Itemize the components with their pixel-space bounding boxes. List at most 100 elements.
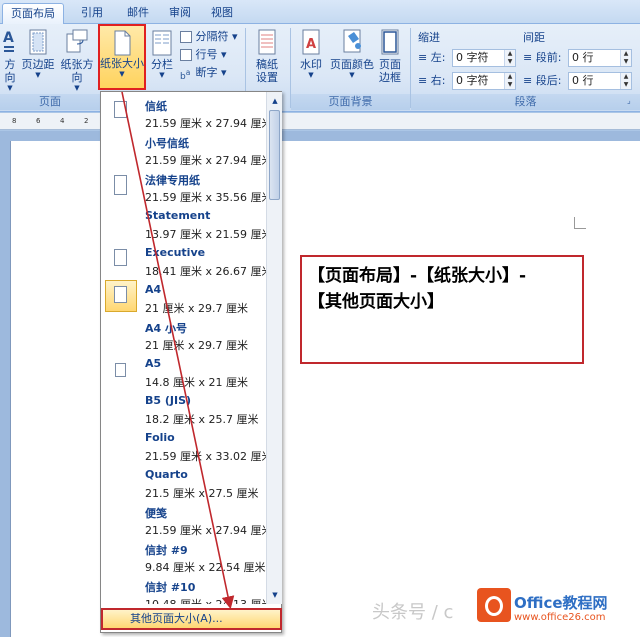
margins-button[interactable]: 页边距 ▼ xyxy=(21,28,55,90)
indent-left-field[interactable]: 0 字符 ▲ ▼ xyxy=(452,49,516,67)
line-numbers-button[interactable]: 行号 ▾ xyxy=(180,46,227,63)
spacing-after-icon: ≡ xyxy=(523,74,533,87)
item-name: Folio xyxy=(145,431,175,444)
item-size: 21.59 厘米 x 27.94 厘米 xyxy=(145,154,266,167)
item-name: A4 小号 xyxy=(145,322,187,335)
item-size: 21.59 厘米 x 35.56 厘米 xyxy=(145,191,266,204)
paper-size-item[interactable]: Statement 13.97 厘米 x 21.59 厘米 xyxy=(101,206,266,243)
item-name: A5 xyxy=(145,357,162,370)
hyphenation-icon: ba xyxy=(180,68,191,82)
ruler-tick: 4 xyxy=(60,117,65,125)
hyphenation-label: 断字 xyxy=(195,66,218,79)
chevron-down-icon: ▼ xyxy=(159,71,165,79)
chevron-down-icon: ▼ xyxy=(35,71,41,79)
paper-size-item[interactable]: 信封 #9 9.84 厘米 x 22.54 厘米 xyxy=(101,539,266,576)
breaks-button[interactable]: 分隔符 ▾ xyxy=(180,28,238,45)
columns-button[interactable]: 分栏 ▼ xyxy=(148,28,176,90)
line-numbers-label: 行号 xyxy=(195,48,218,61)
paper-size-item-selected[interactable]: A4 21 厘米 x 29.7 厘米 xyxy=(101,280,266,317)
paper-size-item[interactable]: 法律专用纸 21.59 厘米 x 35.56 厘米 xyxy=(101,169,266,206)
paper-size-button[interactable]: 纸张大小 ▼ xyxy=(98,24,146,90)
item-size: 21 厘米 x 29.7 厘米 xyxy=(145,302,248,315)
watermark-button[interactable]: A 水印 ▼ xyxy=(294,28,328,90)
more-paper-sizes-button[interactable]: 其他页面大小(A)... xyxy=(101,608,282,630)
columns-label: 分栏 xyxy=(151,58,173,71)
dialog-launcher-icon[interactable]: ⌟ xyxy=(627,96,631,105)
svg-text:A: A xyxy=(3,30,14,46)
scroll-up-icon[interactable]: ▲ xyxy=(267,94,283,108)
scroll-thumb[interactable] xyxy=(269,110,280,200)
item-size: 21.5 厘米 x 27.5 厘米 xyxy=(145,487,259,500)
group-label-paragraph: 段落 xyxy=(411,94,640,110)
paper-size-item[interactable]: Folio 21.59 厘米 x 33.02 厘米 xyxy=(101,428,266,465)
tab-page-layout[interactable]: 页面布局 xyxy=(2,3,64,25)
watermark-text: 头条号 / c xyxy=(372,602,454,623)
tab-review[interactable]: 审阅 xyxy=(160,3,200,24)
paper-size-item[interactable]: 信封 #10 10.48 厘米 x 24.13 厘米 xyxy=(101,576,266,604)
paper-size-dropdown: 信纸 21.59 厘米 x 27.94 厘米 小号信纸 21.59 厘米 x 2… xyxy=(100,91,282,633)
indent-right-field[interactable]: 0 字符 ▲ ▼ xyxy=(452,72,516,90)
ribbon-tab-strip: 页面布局 引用 邮件 审阅 视图 xyxy=(0,0,640,25)
item-size: 21.59 厘米 x 27.94 厘米 xyxy=(145,524,266,537)
item-name: 法律专用纸 xyxy=(145,174,200,187)
text-direction-button[interactable]: A 方向 ▼ xyxy=(0,28,20,92)
scroll-down-icon[interactable]: ▼ xyxy=(267,588,283,602)
item-size: 14.8 厘米 x 21 厘米 xyxy=(145,376,248,389)
spacing-after-field[interactable]: 0 行 ▲ ▼ xyxy=(568,72,632,90)
indent-right-label: ≡ 右: xyxy=(418,74,446,87)
spacing-after-value: 0 行 xyxy=(572,74,594,87)
office-logo-icon xyxy=(477,588,511,622)
page-border-icon xyxy=(381,29,399,55)
manuscript-settings-button[interactable]: 稿纸 设置 xyxy=(250,28,284,90)
ruler-tick: 2 xyxy=(84,117,89,125)
paper-size-item[interactable]: 便笺 21.59 厘米 x 27.94 厘米 xyxy=(101,502,266,539)
spinner-arrows-icon[interactable]: ▲ ▼ xyxy=(620,50,631,66)
paper-size-icon xyxy=(114,30,131,56)
horizontal-ruler[interactable]: 8 6 4 2 xyxy=(0,113,640,130)
paper-size-item[interactable]: 小号信纸 21.59 厘米 x 27.94 厘米 xyxy=(101,132,266,169)
item-name: Executive xyxy=(145,246,206,259)
text-direction-label: 方向 xyxy=(4,58,16,84)
orientation-button[interactable]: 纸张方向 ▼ xyxy=(56,28,98,92)
paper-size-item[interactable]: A4 小号 21 厘米 x 29.7 厘米 xyxy=(101,317,266,354)
spacing-before-field[interactable]: 0 行 ▲ ▼ xyxy=(568,49,632,67)
item-size: 18.2 厘米 x 25.7 厘米 xyxy=(145,413,259,426)
item-size: 21.59 厘米 x 33.02 厘米 xyxy=(145,450,266,463)
indent-left-icon: ≡ xyxy=(418,51,428,64)
item-name: 小号信纸 xyxy=(145,137,189,150)
paper-size-item[interactable]: 信纸 21.59 厘米 x 27.94 厘米 xyxy=(101,95,266,132)
paper-size-item[interactable]: Executive 18.41 厘米 x 26.67 厘米 xyxy=(101,243,266,280)
paper-size-list: 信纸 21.59 厘米 x 27.94 厘米 小号信纸 21.59 厘米 x 2… xyxy=(101,92,266,604)
tab-references[interactable]: 引用 xyxy=(72,3,112,24)
page-icon xyxy=(114,286,127,303)
manuscript-label-1: 稿纸 xyxy=(256,58,278,71)
paper-size-item[interactable]: Quarto 21.5 厘米 x 27.5 厘米 xyxy=(101,465,266,502)
page-color-label: 页面颜色 xyxy=(330,58,374,71)
item-name: Quarto xyxy=(145,468,188,481)
paper-size-label: 纸张大小 xyxy=(100,57,144,70)
spinner-arrows-icon[interactable]: ▲ ▼ xyxy=(620,73,631,89)
paper-size-item[interactable]: B5 (JIS) 18.2 厘米 x 25.7 厘米 xyxy=(101,391,266,428)
margins-label: 页边距 xyxy=(21,58,55,71)
spinner-arrows-icon[interactable]: ▲ ▼ xyxy=(504,50,515,66)
paper-size-item[interactable]: A5 14.8 厘米 x 21 厘米 xyxy=(101,354,266,391)
spacing-before-value: 0 行 xyxy=(572,51,594,64)
tab-mailings[interactable]: 邮件 xyxy=(118,3,158,24)
tab-view[interactable]: 视图 xyxy=(202,3,242,24)
svg-text:A: A xyxy=(306,37,316,52)
item-size: 21 厘米 x 29.7 厘米 xyxy=(145,339,248,352)
spinner-arrows-icon[interactable]: ▲ ▼ xyxy=(504,73,515,89)
page-icon xyxy=(114,249,127,266)
hyphenation-button[interactable]: ba 断字 ▾ xyxy=(180,64,227,82)
item-size: 13.97 厘米 x 21.59 厘米 xyxy=(145,228,266,241)
item-name: 便笺 xyxy=(145,507,167,520)
indent-title: 缩进 xyxy=(418,31,440,44)
dropdown-scrollbar[interactable]: ▲ ▼ xyxy=(266,92,282,604)
page-color-button[interactable]: 页面颜色 ▼ xyxy=(330,28,374,90)
item-size: 9.84 厘米 x 22.54 厘米 xyxy=(145,561,266,574)
item-name: 信纸 xyxy=(145,100,167,113)
page-border-button[interactable]: 页面 边框 xyxy=(375,28,405,90)
manuscript-label-2: 设置 xyxy=(256,71,278,84)
item-name: Statement xyxy=(145,209,211,222)
callout-line-2: 【其他页面大小】 xyxy=(308,292,444,312)
